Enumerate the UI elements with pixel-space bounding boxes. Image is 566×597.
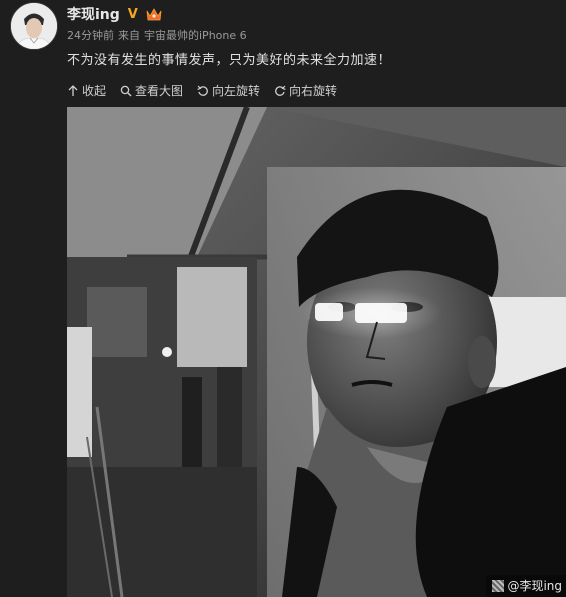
rotate-right-button[interactable]: 向右旋转	[274, 82, 337, 99]
member-crown-icon[interactable]	[146, 7, 162, 21]
rotate-right-label: 向右旋转	[289, 84, 338, 98]
magnifier-icon	[120, 85, 132, 96]
arrow-up-icon	[68, 84, 78, 96]
rotate-left-icon	[197, 85, 208, 96]
rotate-left-button[interactable]: 向左旋转	[197, 82, 260, 99]
post-source[interactable]: 宇宙最帅的iPhone 6	[144, 27, 247, 43]
name-row: 李现ing V	[67, 4, 162, 24]
photo-image	[67, 107, 566, 597]
image-toolbar: 收起 查看大图 向左旋转 向右旋转	[67, 82, 337, 99]
post-photo[interactable]: @李现ing	[67, 107, 566, 597]
watermark-text: @李现ing	[507, 579, 562, 593]
photo-watermark: @李现ing	[486, 575, 566, 597]
collapse-label: 收起	[82, 84, 107, 98]
collapse-button[interactable]: 收起	[67, 82, 106, 99]
view-large-label: 查看大图	[135, 84, 184, 98]
rotate-right-icon	[275, 85, 286, 96]
post-text: 不为没有发生的事情发声，只为美好的未来全力加速！	[67, 53, 392, 68]
view-large-button[interactable]: 查看大图	[120, 82, 183, 99]
weibo-logo-icon	[492, 579, 505, 592]
source-prefix: 来自	[118, 29, 140, 42]
avatar-image	[11, 3, 57, 49]
verified-badge-icon[interactable]: V	[126, 7, 140, 22]
post-meta: 24分钟前 来自 宇宙最帅的iPhone 6	[67, 27, 247, 43]
post-time[interactable]: 24分钟前	[67, 27, 114, 43]
rotate-left-label: 向左旋转	[212, 84, 261, 98]
username-link[interactable]: 李现ing	[67, 4, 120, 24]
user-avatar[interactable]	[10, 2, 58, 50]
